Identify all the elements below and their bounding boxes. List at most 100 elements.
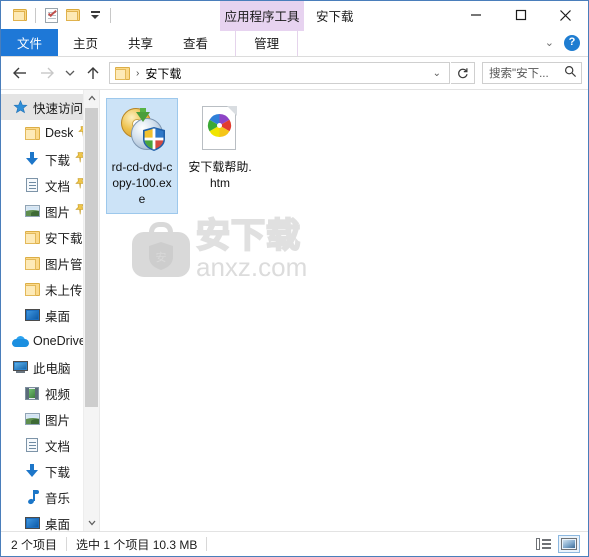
scrollbar-thumb[interactable] [85, 108, 98, 407]
watermark-en-text: anxz.com [196, 252, 308, 282]
quick-access-toolbar [1, 1, 115, 29]
breadcrumb[interactable]: › 安下载 [115, 65, 181, 82]
search-icon[interactable] [564, 65, 577, 81]
file-item-htm[interactable]: 安下载帮助.htm [184, 98, 256, 214]
contextual-tab-group-label: 应用程序工具 [220, 1, 304, 29]
file-tiles: rd-cd-dvd-copy-100.exe 安下载帮助.htm [100, 90, 588, 214]
sidebar-item-label: 视频 [45, 387, 71, 402]
sidebar-item-label: 文档 [45, 439, 71, 454]
folder-properties-icon[interactable] [9, 4, 31, 26]
document-icon [23, 177, 41, 193]
chevron-down-icon[interactable]: ⌄ [545, 36, 554, 49]
refresh-icon[interactable] [451, 62, 475, 84]
address-input[interactable]: › 安下载 ⌄ [109, 62, 450, 84]
desktop-icon [23, 515, 41, 531]
title-bar: 应用程序工具 安下载 [1, 1, 588, 29]
tab-share[interactable]: 共享 [113, 29, 168, 56]
address-dropdown-icon[interactable]: ⌄ [433, 68, 447, 79]
music-icon [23, 489, 41, 505]
folder-icon [23, 281, 41, 297]
file-explorer-window: 应用程序工具 安下载 文件 主页 共享 查看 管理 ⌄ ? › 安下载 ⌄ 搜索… [0, 0, 589, 557]
properties-icon[interactable] [40, 4, 62, 26]
download-icon [23, 151, 41, 167]
star-icon [11, 99, 29, 115]
breadcrumb-separator: › [136, 67, 140, 79]
folder-icon [23, 255, 41, 271]
selection-label: 选中 1 个项目 10.3 MB [76, 537, 198, 552]
scroll-down-arrow-icon[interactable] [84, 515, 99, 531]
onedrive-icon [11, 333, 29, 349]
cd-dvd-copy-exe-icon [118, 105, 166, 153]
new-folder-icon[interactable] [62, 4, 84, 26]
sidebar-item-label: 文档 [45, 179, 71, 194]
this-pc-icon [11, 359, 29, 375]
sidebar-item-label: 安下载 [45, 231, 83, 246]
watermark-bag-icon: 安 [132, 221, 190, 277]
pictures-icon [23, 411, 41, 427]
help-icon[interactable]: ? [564, 34, 580, 51]
ribbon-tab-bar: 文件 主页 共享 查看 管理 ⌄ ? [1, 29, 588, 57]
folder-icon [23, 125, 41, 141]
html-document-icon [196, 105, 244, 153]
address-bar: › 安下载 ⌄ 搜索"安下... [1, 57, 588, 89]
toolbar-separator [35, 7, 36, 23]
sidebar-item-label: 图片 [45, 205, 71, 220]
sidebar-item-label: 桌面 [45, 309, 71, 324]
ribbon-right-controls: ⌄ ? [545, 29, 588, 56]
download-icon [23, 463, 41, 479]
sidebar-item-label: 下载 [45, 153, 71, 168]
folder-icon [23, 229, 41, 245]
breadcrumb-item-0[interactable]: 安下载 [145, 65, 181, 82]
sidebar-item-label: 音乐 [45, 491, 71, 506]
maximize-icon[interactable] [498, 1, 543, 29]
sidebar-item-label: 未上传 [45, 283, 83, 298]
file-item-exe[interactable]: rd-cd-dvd-copy-100.exe [106, 98, 178, 214]
recent-locations-icon[interactable] [61, 60, 79, 86]
sidebar-item-label: 快速访问 [33, 101, 84, 116]
large-icons-view-button[interactable] [558, 535, 580, 553]
sidebar-item-label: OneDrive [33, 334, 86, 348]
tab-manage[interactable]: 管理 [235, 29, 299, 56]
file-list-pane[interactable]: rd-cd-dvd-copy-100.exe 安下载帮助.htm 安 安下载 a… [99, 90, 588, 531]
window-controls [453, 1, 588, 29]
search-input[interactable]: 搜索"安下... [482, 62, 582, 84]
watermark: 安 安下载 anxz.com [132, 216, 308, 282]
sidebar-item-label: Desk [45, 126, 74, 140]
desktop-icon [23, 307, 41, 323]
tab-home[interactable]: 主页 [58, 29, 113, 56]
document-icon [23, 437, 41, 453]
close-icon[interactable] [543, 1, 588, 29]
customize-dropdown-icon[interactable] [84, 4, 106, 26]
minimize-icon[interactable] [453, 1, 498, 29]
item-count-label: 2 个项目 [11, 537, 58, 552]
sidebar-item-label: 下载 [45, 465, 71, 480]
watermark-cn-text: 安下载 [195, 216, 301, 256]
folder-icon [115, 66, 130, 80]
sidebar-item-label: 桌面 [45, 517, 71, 532]
watermark-shield-text: 安 [156, 250, 167, 264]
forward-arrow-icon[interactable] [34, 60, 60, 86]
window-title: 安下载 [316, 9, 354, 24]
watermark-text: 安下载 anxz.com [195, 216, 308, 282]
status-bar: 2 个项目 选中 1 个项目 10.3 MB [1, 531, 588, 556]
search-placeholder: 搜索"安下... [489, 68, 549, 80]
file-name: 安下载帮助.htm [188, 160, 252, 190]
sidebar-item-label: 此电脑 [33, 361, 71, 376]
view-buttons [532, 535, 588, 553]
file-name: rd-cd-dvd-copy-100.exe [111, 160, 173, 206]
pictures-icon [23, 203, 41, 219]
explorer-content: 快速访问 Desk 下载 文档 图片 安下载 图片管理 未上传 桌面 OneDrive 此电脑 视频图… [1, 89, 588, 531]
details-view-button[interactable] [532, 535, 554, 553]
toolbar-separator-2 [110, 7, 111, 23]
scroll-up-arrow-icon[interactable] [84, 90, 99, 106]
tab-file[interactable]: 文件 [1, 29, 59, 56]
back-arrow-icon[interactable] [7, 60, 33, 86]
navigation-pane: 快速访问 Desk 下载 文档 图片 安下载 图片管理 未上传 桌面 OneDrive 此电脑 视频图… [1, 90, 99, 531]
navigation-scrollbar[interactable] [83, 90, 99, 531]
status-separator [66, 537, 68, 551]
tab-view[interactable]: 查看 [168, 29, 223, 56]
videos-icon [23, 385, 41, 401]
scrollbar-track[interactable] [84, 106, 99, 515]
up-arrow-icon[interactable] [80, 60, 106, 86]
sidebar-item-label: 图片 [45, 413, 71, 428]
